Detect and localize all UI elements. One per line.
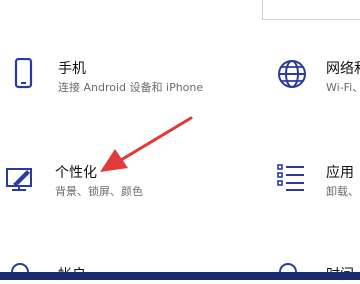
phone-icon: [14, 58, 33, 89]
apps-list-icon: [277, 164, 304, 191]
tile-title: 应用: [326, 165, 354, 181]
personalization-icon: [6, 168, 32, 191]
tile-subtitle: Wi-Fi、: [326, 81, 360, 94]
settings-tile-personalization[interactable]: 个性化 背景、锁屏、颜色: [5, 162, 175, 222]
settings-tile-phone[interactable]: 手机 连接 Android 设备和 iPhone: [8, 58, 203, 118]
tile-title: 个性化: [55, 165, 97, 181]
taskbar: [0, 272, 360, 280]
tile-title: 网络和: [326, 61, 360, 77]
tile-subtitle: 背景、锁屏、颜色: [55, 185, 143, 198]
tile-subtitle: 连接 Android 设备和 iPhone: [58, 81, 204, 94]
search-box[interactable]: [262, 0, 360, 20]
settings-tile-apps[interactable]: 应用 卸载、: [276, 162, 360, 222]
tile-subtitle: 卸载、: [326, 185, 359, 198]
globe-icon: [278, 60, 306, 88]
tile-title: 手机: [58, 61, 86, 77]
settings-tile-network[interactable]: 网络和 Wi-Fi、: [276, 58, 360, 118]
annotation-arrow-icon: [100, 116, 193, 172]
